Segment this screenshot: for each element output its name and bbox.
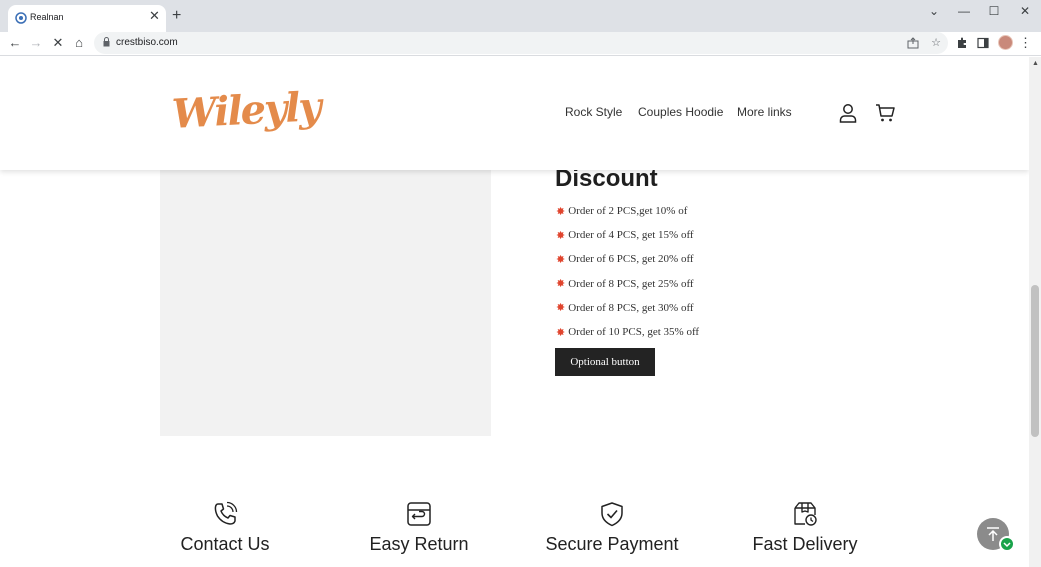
profile-avatar[interactable] bbox=[998, 35, 1013, 50]
sidepanel-icon[interactable] bbox=[977, 37, 989, 49]
browser-menu-icon[interactable]: ⋮ bbox=[1019, 35, 1032, 51]
forward-button[interactable]: → bbox=[29, 35, 43, 51]
bookmark-star-icon[interactable]: ☆ bbox=[929, 35, 943, 51]
maximize-button[interactable]: ☐ bbox=[986, 4, 1002, 18]
discount-list: ✸ Order of 2 PCS,get 10% of ✸ Order of 4 P… bbox=[556, 199, 699, 344]
star-burst-icon: ✸ bbox=[556, 229, 566, 242]
scrollbar-thumb[interactable] bbox=[1031, 285, 1039, 437]
stop-loading-button[interactable]: ✕ bbox=[51, 35, 65, 51]
browser-toolbar: ← → ✕ ⌂ crestbiso.com ☆ ⋮ bbox=[0, 32, 1041, 56]
optional-button[interactable]: Optional button bbox=[555, 348, 655, 376]
shield-check-icon bbox=[601, 502, 623, 527]
list-item: ✸ Order of 10 PCS, get 35% off bbox=[556, 320, 699, 344]
discount-item-text: Order of 8 PCS, get 25% off bbox=[568, 277, 694, 290]
tab-title: Realnan bbox=[30, 12, 64, 22]
url-text: crestbiso.com bbox=[116, 37, 178, 48]
phone-icon bbox=[214, 501, 238, 525]
list-item: ✸ Order of 2 PCS,get 10% of bbox=[556, 199, 699, 223]
list-item: ✸ Order of 4 PCS, get 15% off bbox=[556, 223, 699, 247]
site-logo[interactable]: Wileyly bbox=[171, 83, 321, 139]
star-burst-icon: ✸ bbox=[556, 205, 566, 218]
list-item: ✸ Order of 8 PCS, get 25% off bbox=[556, 272, 699, 296]
feature-label: Secure Payment bbox=[545, 534, 679, 554]
chat-widget-badge[interactable] bbox=[999, 536, 1015, 552]
new-tab-button[interactable]: + bbox=[172, 8, 181, 24]
tab-search-chevron-icon[interactable]: ⌄ bbox=[926, 4, 942, 18]
page-scrollbar[interactable]: ▲ bbox=[1029, 57, 1041, 567]
share-icon[interactable] bbox=[907, 37, 919, 49]
feature-easy-return[interactable]: Easy Return bbox=[329, 501, 509, 555]
feature-contact-us[interactable]: Contact Us bbox=[135, 501, 315, 555]
list-item: ✸ Order of 8 PCS, get 30% off bbox=[556, 296, 699, 320]
product-image-placeholder bbox=[160, 169, 491, 436]
download-check-icon bbox=[1003, 542, 1011, 548]
tab-close-icon[interactable]: ✕ bbox=[149, 9, 160, 22]
feature-label: Contact Us bbox=[180, 534, 270, 554]
lock-icon bbox=[103, 37, 110, 47]
puzzle-icon[interactable] bbox=[956, 37, 968, 49]
cart-icon[interactable] bbox=[875, 103, 895, 123]
feature-label: Easy Return bbox=[369, 534, 469, 554]
star-burst-icon: ✸ bbox=[556, 326, 566, 339]
feature-secure-payment[interactable]: Secure Payment bbox=[522, 501, 702, 555]
address-bar[interactable]: crestbiso.com ☆ bbox=[94, 32, 948, 54]
scroll-up-arrow-icon[interactable]: ▲ bbox=[1032, 60, 1039, 67]
list-item: ✸ Order of 6 PCS, get 20% off bbox=[556, 247, 699, 271]
browser-tab[interactable]: Realnan ✕ bbox=[8, 5, 166, 32]
delivery-box-icon bbox=[794, 502, 817, 526]
browser-tab-strip: Realnan ✕ + ⌄ — ☐ ✕ bbox=[0, 0, 1041, 32]
nav-link-rock-style[interactable]: Rock Style bbox=[565, 105, 622, 119]
discount-item-text: Order of 6 PCS, get 20% off bbox=[568, 253, 694, 266]
nav-link-couples-hoodie[interactable]: Couples Hoodie bbox=[638, 105, 723, 119]
feature-fast-delivery[interactable]: Fast Delivery bbox=[715, 501, 895, 555]
return-box-icon bbox=[407, 502, 431, 526]
discount-item-text: Order of 2 PCS,get 10% of bbox=[568, 205, 688, 218]
back-button[interactable]: ← bbox=[8, 35, 22, 51]
nav-link-more-links[interactable]: More links bbox=[737, 105, 792, 119]
site-favicon-icon bbox=[15, 12, 27, 24]
star-burst-icon: ✸ bbox=[556, 253, 566, 266]
discount-item-text: Order of 10 PCS, get 35% off bbox=[568, 326, 700, 339]
page-viewport: Wileyly Rock Style Couples Hoodie More l… bbox=[0, 57, 1029, 567]
user-icon[interactable] bbox=[838, 103, 858, 123]
arrow-up-icon bbox=[987, 527, 999, 541]
site-header: Wileyly Rock Style Couples Hoodie More l… bbox=[0, 57, 1029, 170]
window-close-button[interactable]: ✕ bbox=[1017, 4, 1033, 18]
star-burst-icon: ✸ bbox=[556, 278, 566, 291]
star-burst-icon: ✸ bbox=[556, 302, 566, 315]
discount-item-text: Order of 8 PCS, get 30% off bbox=[568, 301, 694, 314]
discount-item-text: Order of 4 PCS, get 15% off bbox=[568, 229, 694, 242]
minimize-button[interactable]: — bbox=[956, 4, 972, 18]
feature-label: Fast Delivery bbox=[752, 534, 858, 554]
home-button[interactable]: ⌂ bbox=[72, 35, 86, 51]
